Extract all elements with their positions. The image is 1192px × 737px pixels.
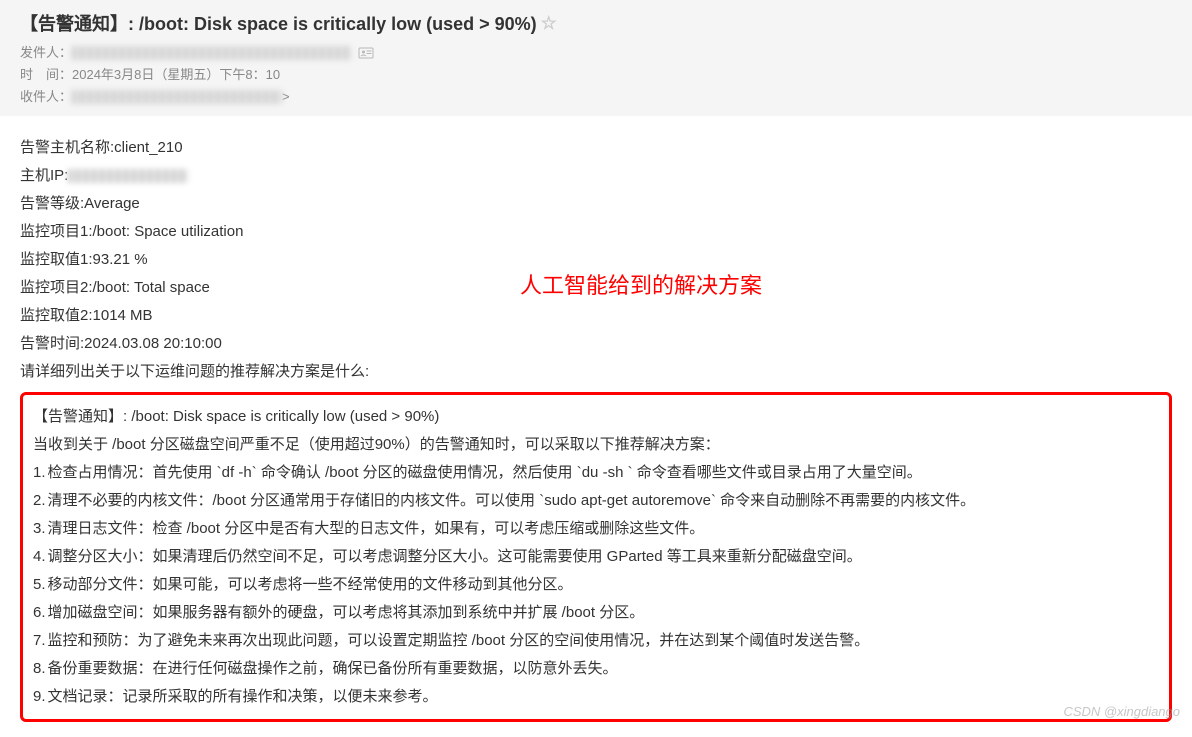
host-name-value: client_210 bbox=[114, 134, 182, 162]
subject-text: 【告警通知】: /boot: Disk space is critically … bbox=[20, 10, 537, 36]
alert-time-value: 2024.03.08 20:10:00 bbox=[84, 330, 222, 358]
email-subject: 【告警通知】: /boot: Disk space is critically … bbox=[20, 10, 1172, 36]
solution-box: 【告警通知】: /boot: Disk space is critically … bbox=[20, 392, 1172, 722]
alert-level-value: Average bbox=[84, 190, 140, 218]
sender-redacted bbox=[72, 46, 352, 60]
solution-item-7: 7.监控和预防：为了避免未来再次出现此问题，可以设置定期监控 /boot 分区的… bbox=[33, 627, 1159, 655]
contact-card-icon[interactable] bbox=[358, 45, 374, 61]
value1-label: 监控取值1: bbox=[20, 246, 93, 274]
recipient-redacted bbox=[72, 90, 282, 104]
item1-value: /boot: Space utilization bbox=[93, 218, 244, 246]
prompt-line: 请详细列出关于以下运维问题的推荐解决方案是什么: bbox=[20, 358, 1172, 386]
item1-label: 监控项目1: bbox=[20, 218, 93, 246]
time-row: 时 间： 2024年3月8日（星期五）下午8：10 bbox=[20, 64, 1172, 86]
host-ip-redacted bbox=[68, 169, 188, 183]
alert-time-line: 告警时间: 2024.03.08 20:10:00 bbox=[20, 330, 1172, 358]
value1-line: 监控取值1: 93.21 % bbox=[20, 246, 1172, 274]
time-value: 2024年3月8日（星期五）下午8：10 bbox=[72, 64, 280, 86]
alert-level-label: 告警等级: bbox=[20, 190, 84, 218]
solution-title: 【告警通知】: /boot: Disk space is critically … bbox=[33, 403, 1159, 431]
solution-item-9: 9.文档记录：记录所采取的所有操作和决策，以便未来参考。 bbox=[33, 683, 1159, 711]
host-name-label: 告警主机名称: bbox=[20, 134, 114, 162]
email-meta: 发件人： 时 间： 2024年3月8日（星期五）下午8：10 收件人： > bbox=[20, 42, 1172, 108]
host-name-line: 告警主机名称: client_210 bbox=[20, 134, 1172, 162]
time-label: 时 间： bbox=[20, 64, 72, 86]
ai-annotation: 人工智能给到的解决方案 bbox=[520, 272, 762, 300]
watermark: CSDN @xingdiango bbox=[1063, 698, 1180, 726]
host-ip-line: 主机IP: bbox=[20, 162, 1172, 190]
sender-label: 发件人： bbox=[20, 42, 72, 64]
item2-value: /boot: Total space bbox=[93, 274, 210, 302]
solution-item-5: 5.移动部分文件：如果可能，可以考虑将一些不经常使用的文件移动到其他分区。 bbox=[33, 571, 1159, 599]
recipient-label: 收件人： bbox=[20, 86, 72, 108]
value1-value: 93.21 % bbox=[93, 246, 148, 274]
solution-item-3: 3.清理日志文件：检查 /boot 分区中是否有大型的日志文件，如果有，可以考虑… bbox=[33, 515, 1159, 543]
item2-label: 监控项目2: bbox=[20, 274, 93, 302]
solution-intro: 当收到关于 /boot 分区磁盘空间严重不足（使用超过90%）的告警通知时，可以… bbox=[33, 431, 1159, 459]
solution-item-6: 6.增加磁盘空间：如果服务器有额外的硬盘，可以考虑将其添加到系统中并扩展 /bo… bbox=[33, 599, 1159, 627]
email-header: 【告警通知】: /boot: Disk space is critically … bbox=[0, 0, 1192, 116]
alert-level-line: 告警等级: Average bbox=[20, 190, 1172, 218]
value2-line: 监控取值2: 1014 MB bbox=[20, 302, 1172, 330]
recipient-row: 收件人： > bbox=[20, 86, 1172, 108]
solution-item-2: 2.清理不必要的内核文件：/boot 分区通常用于存储旧的内核文件。可以使用 `… bbox=[33, 487, 1159, 515]
prompt-text: 请详细列出关于以下运维问题的推荐解决方案是什么: bbox=[20, 358, 369, 386]
sender-row: 发件人： bbox=[20, 42, 1172, 64]
alert-time-label: 告警时间: bbox=[20, 330, 84, 358]
item1-line: 监控项目1: /boot: Space utilization bbox=[20, 218, 1172, 246]
solution-item-1: 1.检查占用情况：首先使用 `df -h` 命令确认 /boot 分区的磁盘使用… bbox=[33, 459, 1159, 487]
email-body: 人工智能给到的解决方案 告警主机名称: client_210 主机IP: 告警等… bbox=[0, 116, 1192, 732]
host-ip-label: 主机IP: bbox=[20, 162, 68, 190]
value2-label: 监控取值2: bbox=[20, 302, 93, 330]
star-icon[interactable]: ☆ bbox=[541, 13, 557, 34]
solution-item-4: 4.调整分区大小：如果清理后仍然空间不足，可以考虑调整分区大小。这可能需要使用 … bbox=[33, 543, 1159, 571]
solution-item-8: 8.备份重要数据：在进行任何磁盘操作之前，确保已备份所有重要数据，以防意外丢失。 bbox=[33, 655, 1159, 683]
recipient-suffix: > bbox=[282, 86, 290, 108]
value2-value: 1014 MB bbox=[93, 302, 153, 330]
